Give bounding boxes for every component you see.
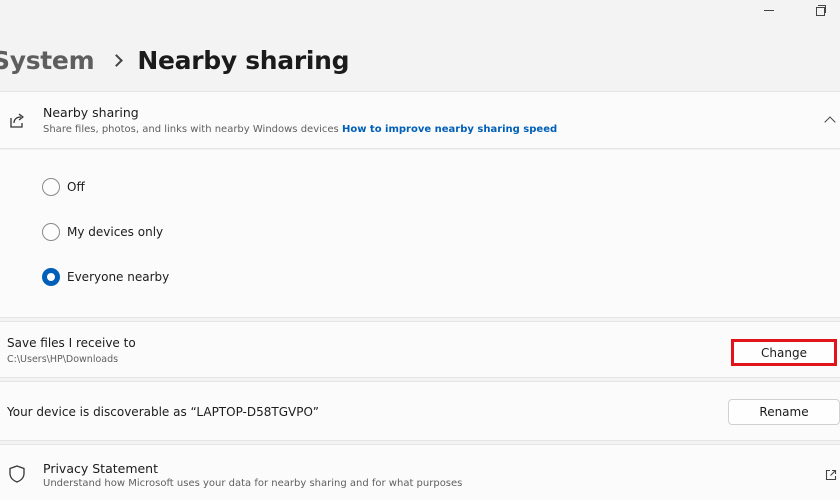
radio-button-everyone[interactable] xyxy=(42,268,60,286)
save-files-path: C:\Users\HP\Downloads xyxy=(7,354,119,365)
restore-button[interactable] xyxy=(804,0,838,20)
nearby-sharing-description-text: Share files, photos, and links with near… xyxy=(43,124,339,135)
device-name-card: Your device is discoverable as “LAPTOP-D… xyxy=(0,381,840,441)
chevron-right-icon xyxy=(110,53,124,67)
restore-icon xyxy=(816,5,826,16)
change-button[interactable]: Change xyxy=(731,339,837,366)
privacy-statement-description: Understand how Microsoft uses your data … xyxy=(43,478,463,489)
nearby-sharing-options: Off My devices only Everyone nearby xyxy=(0,150,840,318)
save-files-card: Save files I receive to C:\Users\HP\Down… xyxy=(0,321,840,378)
radio-my-devices[interactable]: My devices only xyxy=(42,223,163,241)
share-icon xyxy=(10,113,24,128)
minimize-button[interactable] xyxy=(752,0,786,20)
rename-button[interactable]: Rename xyxy=(728,399,840,425)
minimize-icon xyxy=(764,9,774,11)
page-title: Nearby sharing xyxy=(137,45,350,75)
open-external-icon[interactable] xyxy=(825,469,837,481)
radio-everyone[interactable]: Everyone nearby xyxy=(42,268,169,286)
radio-label-my-devices: My devices only xyxy=(67,225,164,239)
nearby-sharing-expander[interactable]: Nearby sharing Share files, photos, and … xyxy=(0,91,840,149)
radio-off[interactable]: Off xyxy=(42,178,85,196)
nearby-sharing-description: Share files, photos, and links with near… xyxy=(43,124,557,135)
save-files-title: Save files I receive to xyxy=(7,336,136,350)
radio-button-my-devices[interactable] xyxy=(42,223,60,241)
privacy-statement-card[interactable]: Privacy Statement Understand how Microso… xyxy=(0,444,840,500)
breadcrumb-system[interactable]: System xyxy=(0,46,95,75)
privacy-statement-title: Privacy Statement xyxy=(43,461,159,476)
improve-speed-link[interactable]: How to improve nearby sharing speed xyxy=(342,124,557,135)
breadcrumb: System Nearby sharing xyxy=(0,40,350,80)
device-discoverable-text: Your device is discoverable as “LAPTOP-D… xyxy=(7,405,319,419)
radio-label-everyone: Everyone nearby xyxy=(67,270,170,284)
shield-icon xyxy=(9,465,25,483)
radio-button-off[interactable] xyxy=(42,178,60,196)
nearby-sharing-title: Nearby sharing xyxy=(43,105,139,120)
title-bar xyxy=(0,0,840,24)
radio-label-off: Off xyxy=(67,180,85,194)
